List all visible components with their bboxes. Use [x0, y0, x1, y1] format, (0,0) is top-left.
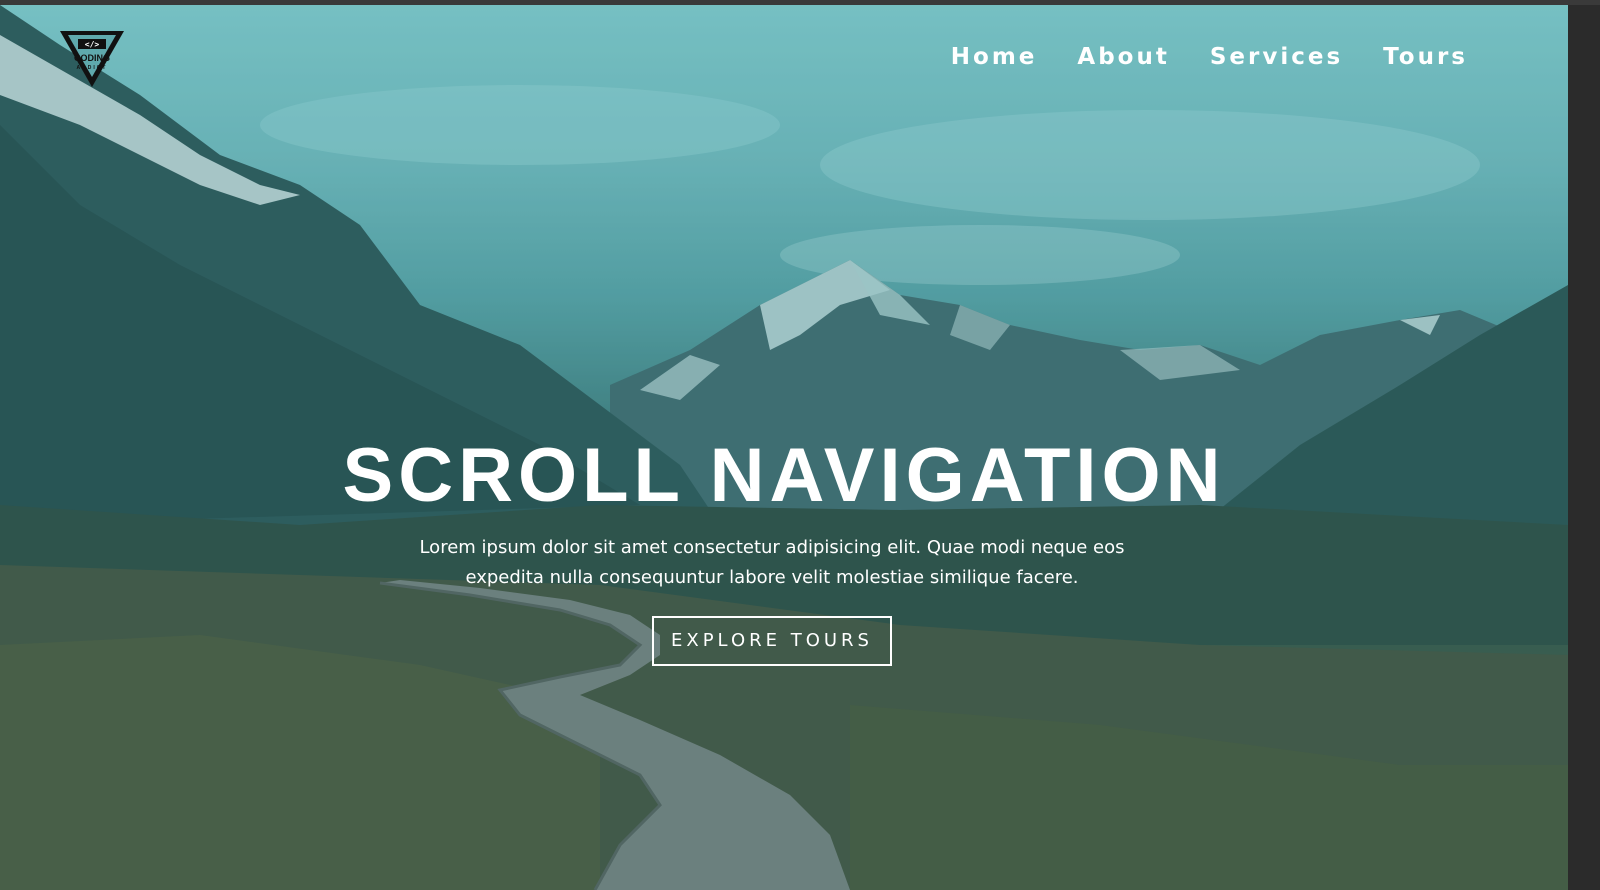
explore-tours-button[interactable]: EXPLORE TOURS — [652, 616, 892, 666]
nav-link-about[interactable]: About — [1077, 43, 1169, 71]
main-nav: Home About Services Tours — [951, 43, 1468, 71]
logo-text-sub: ADDICT — [77, 65, 108, 71]
hero-description: Lorem ipsum dolor sit amet consectetur a… — [419, 537, 1125, 588]
svg-text:</>: </> — [85, 40, 100, 49]
nav-link-home[interactable]: Home — [951, 43, 1038, 71]
logo-triangle-icon: </> CODING ADDICT — [60, 31, 124, 87]
page-scrollbar[interactable] — [1568, 5, 1600, 890]
logo-text-main: CODING — [74, 53, 110, 63]
hero-title: SCROLL NAVIGATION — [342, 433, 1226, 518]
hero-section: </> CODING ADDICT Home About Services To… — [0, 5, 1568, 890]
nav-link-tours[interactable]: Tours — [1383, 43, 1468, 71]
coding-addict-logo[interactable]: </> CODING ADDICT — [58, 29, 126, 91]
nav-link-services[interactable]: Services — [1210, 43, 1343, 71]
